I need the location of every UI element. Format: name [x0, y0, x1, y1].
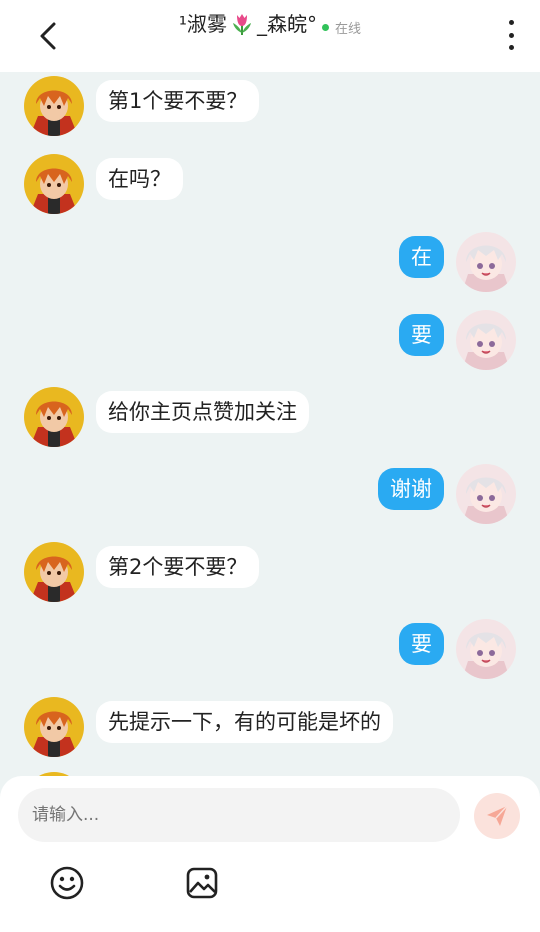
contact-name: ¹淑雾 _森皖°: [179, 10, 317, 38]
my-avatar[interactable]: [456, 619, 516, 679]
contact-info: ¹淑雾 _森皖° 在线: [120, 10, 420, 38]
send-icon: [487, 805, 508, 826]
tulip-icon: [229, 11, 255, 37]
message-bubble[interactable]: 要: [399, 623, 444, 665]
contact-avatar[interactable]: [24, 387, 84, 447]
contact-avatar[interactable]: [24, 76, 84, 136]
online-dot-icon: [322, 24, 330, 31]
my-avatar[interactable]: [456, 232, 516, 292]
image-button[interactable]: [183, 864, 221, 902]
back-button[interactable]: [30, 18, 66, 54]
image-icon: [186, 867, 218, 899]
message-row: 谢谢: [0, 464, 540, 528]
more-dot-icon: [508, 32, 514, 38]
message-row: 第1个要不要？: [0, 76, 540, 140]
my-avatar[interactable]: [456, 464, 516, 524]
contact-avatar[interactable]: [24, 542, 84, 602]
contact-avatar[interactable]: [24, 697, 84, 757]
message-bubble[interactable]: 要: [399, 314, 444, 356]
message-bubble[interactable]: 在: [399, 236, 444, 278]
my-avatar[interactable]: [456, 310, 516, 370]
message-row: 第2个要不要？: [0, 542, 540, 606]
contact-name-prefix: ¹淑雾: [178, 12, 227, 36]
more-options-button[interactable]: [504, 20, 518, 50]
online-status: 在线: [322, 18, 361, 37]
message-row: 要: [0, 310, 540, 374]
message-input[interactable]: [18, 788, 460, 842]
message-composer: [0, 776, 540, 932]
send-button[interactable]: [474, 793, 520, 839]
emoji-icon: [50, 866, 84, 900]
chat-header: ¹淑雾 _森皖° 在线: [0, 0, 540, 72]
message-bubble[interactable]: 谢谢: [378, 468, 444, 510]
message-row: 在吗？: [0, 154, 540, 218]
more-dot-icon: [508, 20, 514, 25]
message-bubble[interactable]: 给你主页点赞加关注: [96, 391, 309, 433]
contact-name-suffix: _森皖°: [256, 12, 317, 36]
message-row: 要: [0, 619, 540, 683]
more-dot-icon: [508, 45, 514, 50]
online-status-text: 在线: [335, 22, 362, 37]
message-bubble[interactable]: 第2个要不要？: [96, 546, 260, 588]
message-row: 先提示一下，有的可能是坏的: [0, 697, 540, 761]
message-row: 在: [0, 232, 540, 296]
message-bubble[interactable]: 在吗？: [96, 158, 183, 200]
message-bubble[interactable]: 第1个要不要？: [96, 80, 260, 122]
chevron-left-icon: [40, 22, 56, 50]
contact-avatar[interactable]: [24, 154, 84, 214]
message-list[interactable]: 第1个要不要？ 在吗？ 在 要 给你主页点赞加关注 谢谢 第2个要不要？ 要 先…: [0, 72, 540, 776]
message-row: 给你主页点赞加关注: [0, 387, 540, 451]
emoji-button[interactable]: [48, 864, 86, 902]
message-bubble[interactable]: 先提示一下，有的可能是坏的: [96, 701, 393, 743]
